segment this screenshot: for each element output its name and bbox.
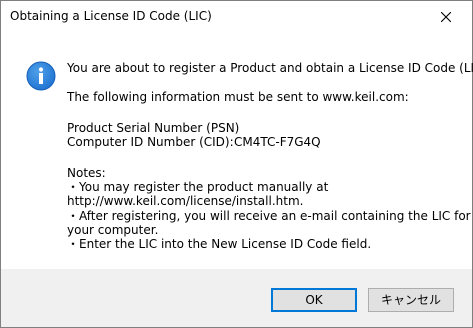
message-send-info: The following information must be sent t…: [67, 90, 409, 104]
note-enter-lic: ・Enter the LIC into the New License ID C…: [67, 237, 372, 251]
notes-heading: Notes:: [67, 166, 106, 180]
message-intro: You are about to register a Product and …: [67, 61, 473, 75]
button-bar: OK キャンセル: [1, 269, 472, 327]
dialog-content: You are about to register a Product and …: [1, 32, 473, 269]
cid-label: Computer ID Number (CID):: [67, 135, 234, 149]
ok-button[interactable]: OK: [271, 288, 357, 312]
close-icon: [441, 12, 451, 22]
cancel-button[interactable]: キャンセル: [368, 288, 454, 312]
note-manual-registration: ・You may register the product manually a…: [67, 180, 329, 194]
psn-label: Product Serial Number (PSN): [67, 121, 240, 135]
title-bar[interactable]: Obtaining a License ID Code (LIC): [1, 1, 472, 32]
info-icon: [26, 61, 56, 91]
close-button[interactable]: [432, 3, 460, 31]
note-registration-url: http://www.keil.com/license/install.htm.: [67, 194, 304, 208]
note-email-lic: ・After registering, you will receive an …: [67, 209, 471, 223]
dialog-title: Obtaining a License ID Code (LIC): [10, 9, 212, 23]
cid-value: CM4TC-F7G4Q: [234, 135, 321, 149]
note-email-lic-cont: your computer.: [67, 223, 159, 237]
license-dialog: Obtaining a License ID Code (LIC) You ar…: [0, 0, 473, 328]
